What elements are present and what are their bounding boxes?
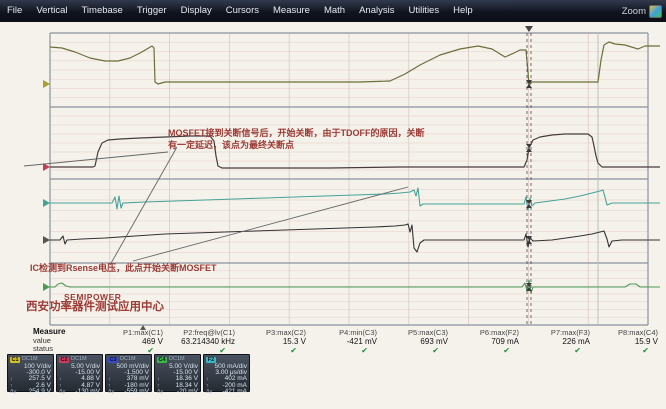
menu-item-analysis[interactable]: Analysis: [352, 0, 401, 22]
menu-bar: File Vertical Timebase Trigger Display C…: [0, 0, 666, 22]
measure-p6[interactable]: P6:max(F2) 709 mA ✔: [441, 328, 519, 355]
menu-item-vertical[interactable]: Vertical: [29, 0, 74, 22]
measure-p8[interactable]: P8:max(C4) 15.9 V ✔: [580, 328, 658, 355]
channel-box-c3[interactable]: C3DC1M 500 mV/div -1.500 V ↓378 mV ↑-180…: [105, 354, 152, 392]
annotation-mosfet-turnoff: MOSFET接到关断信号后，开始关断，由于TDOFF的原因，关断 有一定延迟，该…: [168, 127, 425, 151]
f2-color-chip: F2: [206, 357, 216, 363]
waveform-display[interactable]: [0, 22, 666, 332]
menu-item-file[interactable]: File: [0, 0, 29, 22]
channel-descriptor-row: C1DC1M 100 V/div -300.0 V ↓257.5 V ↑2.6 …: [7, 354, 250, 392]
menu-item-trigger[interactable]: Trigger: [130, 0, 174, 22]
zoom-icon: [649, 5, 662, 18]
menu-item-display[interactable]: Display: [174, 0, 219, 22]
oscilloscope-window: File Vertical Timebase Trigger Display C…: [0, 0, 666, 409]
p4-status-check: ✔: [299, 346, 377, 355]
measure-p5[interactable]: P5:max(C3) 693 mV ✔: [370, 328, 448, 355]
zoom-label: Zoom: [622, 6, 646, 17]
channel-box-c2[interactable]: C2DC1M 5.00 V/div -15.00 V ↓4.88 V ↑4.87…: [56, 354, 103, 392]
annotation-ic-detect: IC检测到Rsense电压，此点开始关断MOSFET: [30, 262, 217, 274]
measure-p1[interactable]: P1:max(C1) 469 V ✔: [85, 328, 163, 355]
channel-box-c1[interactable]: C1DC1M 100 V/div -300.0 V ↓257.5 V ↑2.6 …: [7, 354, 54, 392]
annotation-center-name: 西安功率器件测试应用中心: [26, 301, 164, 313]
p5-status-check: ✔: [370, 346, 448, 355]
delta-marker: Δy: [206, 389, 212, 395]
measure-row-labels: Measure value status: [33, 328, 65, 354]
c4-color-chip: C4: [157, 357, 167, 363]
delta-marker: Δy: [10, 389, 16, 395]
measure-p3[interactable]: P3:max(C2) 15.3 V ✔: [228, 328, 306, 355]
menu-item-cursors[interactable]: Cursors: [219, 0, 266, 22]
menu-item-utilities[interactable]: Utilities: [401, 0, 446, 22]
menu-item-timebase[interactable]: Timebase: [74, 0, 129, 22]
delta-marker: Δy: [108, 389, 114, 395]
measure-panel: Measure value status P1:max(C1) 469 V ✔ …: [0, 328, 666, 354]
measure-p4[interactable]: P4:min(C3) -421 mV ✔: [299, 328, 377, 355]
channel-box-c4[interactable]: C4DC1M 5.00 V/div -15.00 V ↓18.36 V ↑18.…: [154, 354, 201, 392]
measure-p2[interactable]: P2:freq@lv(C1) 63.214340 kHz ✔: [157, 328, 235, 355]
p6-status-check: ✔: [441, 346, 519, 355]
channel-box-f2[interactable]: F2 500 mA/div 3.00 μs/div ↓402 mA ↑-200 …: [203, 354, 250, 392]
menu-item-measure[interactable]: Measure: [266, 0, 317, 22]
measure-p7[interactable]: P7:max(F3) 226 mA ✔: [512, 328, 590, 355]
delta-marker: Δy: [157, 389, 163, 395]
zoom-control[interactable]: Zoom: [622, 5, 666, 18]
p7-status-check: ✔: [512, 346, 590, 355]
menu-item-help[interactable]: Help: [446, 0, 480, 22]
c1-color-chip: C1: [10, 357, 20, 363]
p8-status-check: ✔: [580, 346, 658, 355]
c3-color-chip: C3: [108, 357, 118, 363]
delta-marker: Δy: [59, 389, 65, 395]
menu-item-math[interactable]: Math: [317, 0, 352, 22]
c2-color-chip: C2: [59, 357, 69, 363]
